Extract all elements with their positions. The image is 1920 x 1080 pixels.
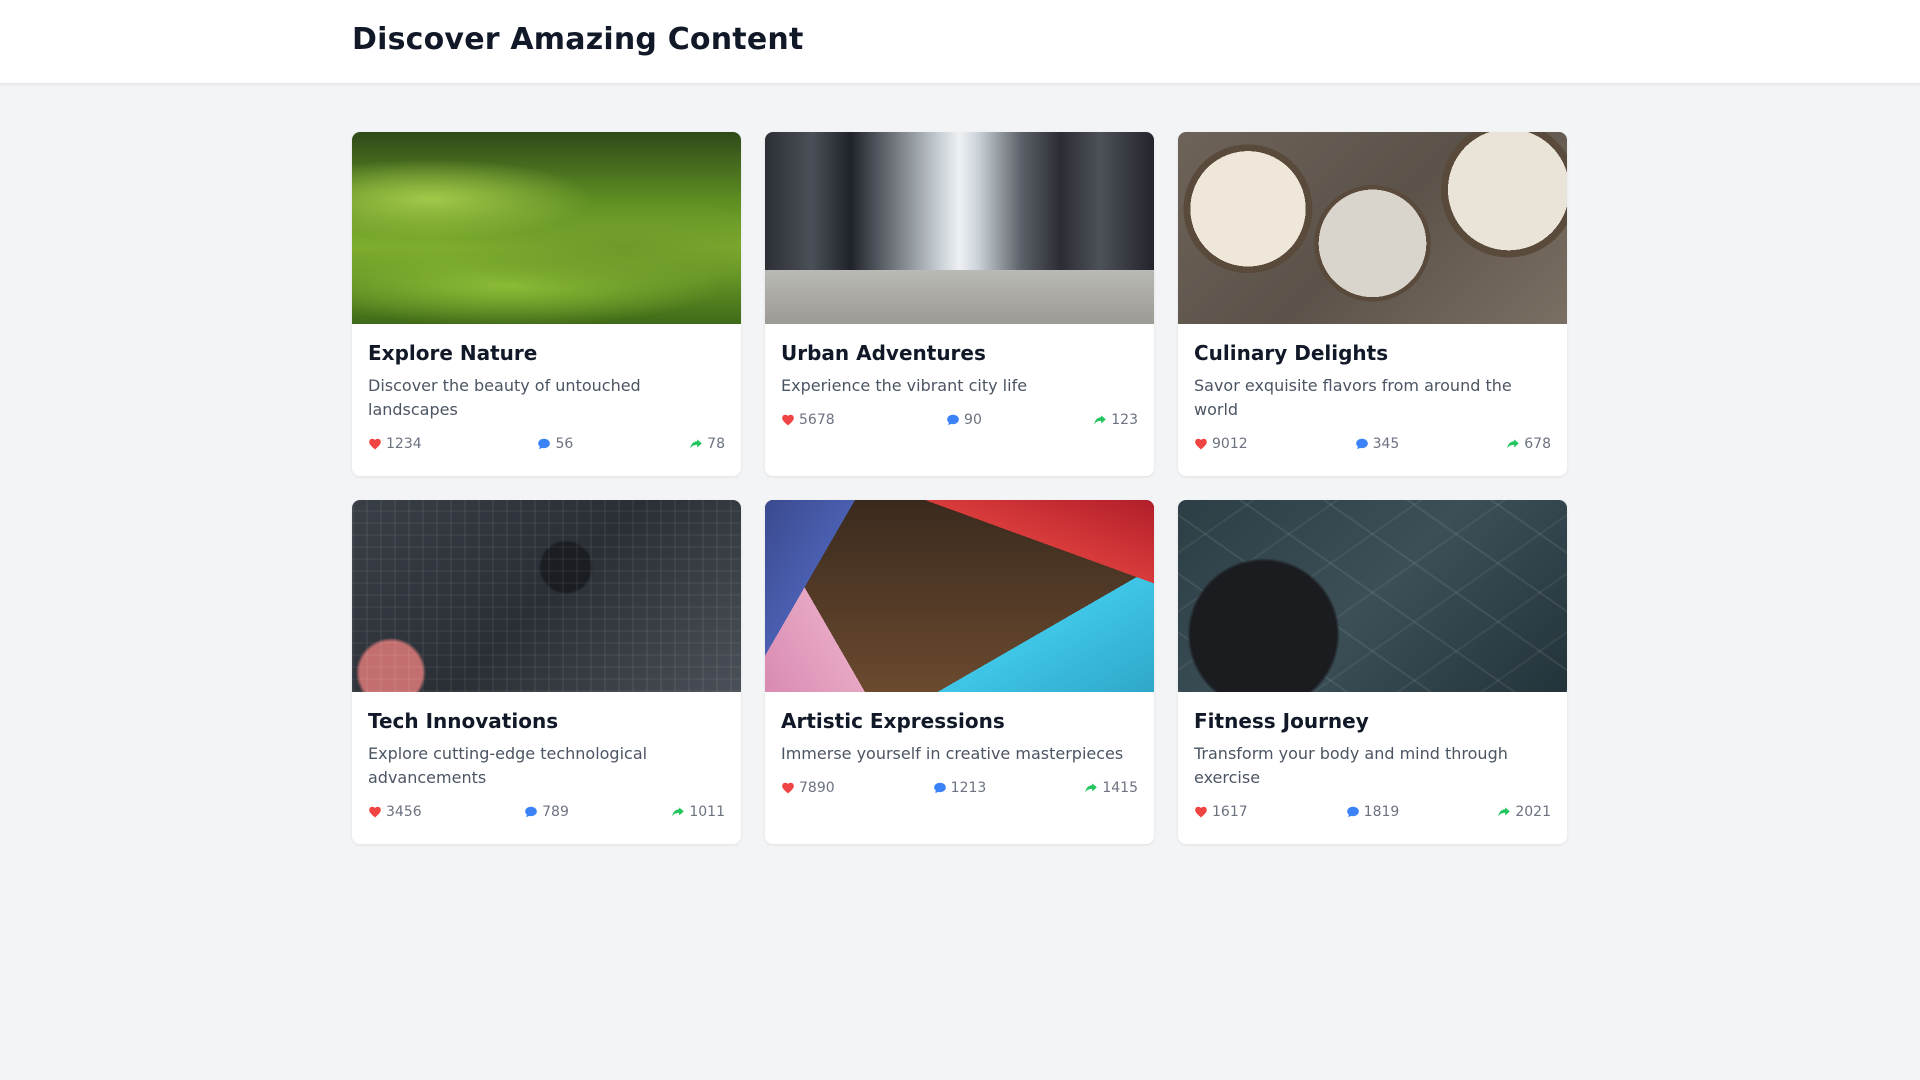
comment-count: 345 (1372, 436, 1400, 452)
share-button[interactable]: 678 (1506, 436, 1551, 452)
page-title: Discover Amazing Content (352, 22, 804, 57)
comment-button[interactable]: 56 (537, 436, 573, 452)
like-count: 7890 (799, 780, 835, 796)
comment-icon (538, 438, 551, 450)
share-icon (690, 439, 702, 449)
card-title: Explore Nature (368, 341, 538, 365)
card-title: Culinary Delights (1194, 341, 1389, 365)
card-body: Explore Nature Discover the beauty of un… (352, 324, 741, 452)
content-card-explore-nature[interactable]: Explore Nature Discover the beauty of un… (352, 132, 741, 476)
share-button[interactable]: 78 (689, 436, 725, 452)
card-grid: Explore Nature Discover the beauty of un… (352, 132, 1568, 844)
share-icon (1085, 783, 1098, 793)
share-count: 78 (707, 436, 725, 452)
like-button[interactable]: 1234 (368, 436, 422, 452)
like-button[interactable]: 1617 (1194, 804, 1248, 820)
card-stats: 1617 1819 2021 (1194, 804, 1551, 820)
card-image[interactable] (1178, 132, 1567, 324)
content-card-fitness-journey[interactable]: Fitness Journey Transform your body and … (1178, 500, 1567, 844)
card-stats: 7890 1213 1415 (781, 780, 1138, 796)
heart-icon (369, 806, 381, 818)
comment-icon (947, 414, 959, 426)
like-button[interactable]: 9012 (1194, 436, 1248, 452)
comment-button[interactable]: 1819 (1346, 804, 1400, 820)
card-body: Artistic Expressions Immerse yourself in… (765, 692, 1154, 796)
content-card-tech-innovations[interactable]: Tech Innovations Explore cutting-edge te… (352, 500, 741, 844)
card-description: Immerse yourself in creative masterpiece… (781, 744, 1124, 763)
comment-button[interactable]: 1213 (933, 780, 987, 796)
like-count: 3456 (386, 804, 422, 820)
share-count: 678 (1524, 436, 1551, 452)
comment-icon (1355, 438, 1368, 450)
comment-icon (933, 782, 946, 794)
like-button[interactable]: 7890 (781, 780, 835, 796)
like-count: 1617 (1212, 804, 1248, 820)
like-count: 5678 (799, 412, 835, 428)
top-bar: Discover Amazing Content (0, 0, 1920, 84)
comment-count: 56 (555, 436, 574, 452)
share-button[interactable]: 123 (1093, 412, 1138, 428)
heart-icon (782, 414, 794, 426)
share-count: 1415 (1102, 780, 1138, 796)
card-description: Transform your body and mind through exe… (1194, 744, 1508, 787)
like-button[interactable]: 3456 (368, 804, 422, 820)
card-stats: 1234 56 78 (368, 436, 725, 452)
share-count: 2021 (1515, 804, 1551, 820)
share-button[interactable]: 1011 (671, 804, 725, 820)
share-button[interactable]: 1415 (1084, 780, 1138, 796)
comment-icon (525, 806, 537, 818)
card-image[interactable] (1178, 500, 1567, 692)
card-description: Savor exquisite flavors from around the … (1194, 376, 1512, 419)
comment-icon (1346, 806, 1359, 818)
content-card-urban-adventures[interactable]: Urban Adventures Experience the vibrant … (765, 132, 1154, 476)
card-title: Artistic Expressions (781, 709, 1005, 733)
card-title: Tech Innovations (368, 709, 559, 733)
like-count: 9012 (1212, 436, 1248, 452)
share-count: 1011 (689, 804, 725, 820)
share-icon (1507, 439, 1520, 449)
heart-icon (782, 782, 794, 794)
card-stats: 9012 345 678 (1194, 436, 1551, 452)
card-image[interactable] (352, 500, 741, 692)
card-image[interactable] (352, 132, 741, 324)
card-stats: 3456 789 1011 (368, 804, 725, 820)
card-description: Experience the vibrant city life (781, 376, 1028, 395)
share-icon (1498, 807, 1511, 817)
heart-icon (369, 438, 381, 450)
comment-button[interactable]: 90 (946, 412, 982, 428)
card-title: Urban Adventures (781, 341, 986, 365)
comment-button[interactable]: 345 (1355, 436, 1400, 452)
share-icon (1094, 415, 1107, 425)
comment-count: 1213 (950, 780, 987, 796)
card-description: Explore cutting-edge technological advan… (368, 744, 648, 787)
comment-count: 1819 (1363, 804, 1400, 820)
card-body: Culinary Delights Savor exquisite flavor… (1178, 324, 1567, 452)
heart-icon (1195, 438, 1207, 450)
share-icon (672, 807, 685, 817)
comment-button[interactable]: 789 (524, 804, 569, 820)
card-title: Fitness Journey (1194, 709, 1369, 733)
like-count: 1234 (386, 436, 422, 452)
card-body: Fitness Journey Transform your body and … (1178, 692, 1567, 820)
content-card-culinary-delights[interactable]: Culinary Delights Savor exquisite flavor… (1178, 132, 1567, 476)
share-count: 123 (1111, 412, 1138, 428)
card-description: Discover the beauty of untouched landsca… (368, 376, 641, 419)
like-button[interactable]: 5678 (781, 412, 835, 428)
card-body: Tech Innovations Explore cutting-edge te… (352, 692, 741, 820)
card-stats: 5678 90 123 (781, 412, 1138, 428)
card-image[interactable] (765, 132, 1154, 324)
card-body: Urban Adventures Experience the vibrant … (765, 324, 1154, 428)
content-card-artistic-expressions[interactable]: Artistic Expressions Immerse yourself in… (765, 500, 1154, 844)
comment-count: 90 (964, 412, 982, 428)
comment-count: 789 (542, 804, 569, 820)
share-button[interactable]: 2021 (1497, 804, 1551, 820)
heart-icon (1195, 806, 1207, 818)
card-image[interactable] (765, 500, 1154, 692)
